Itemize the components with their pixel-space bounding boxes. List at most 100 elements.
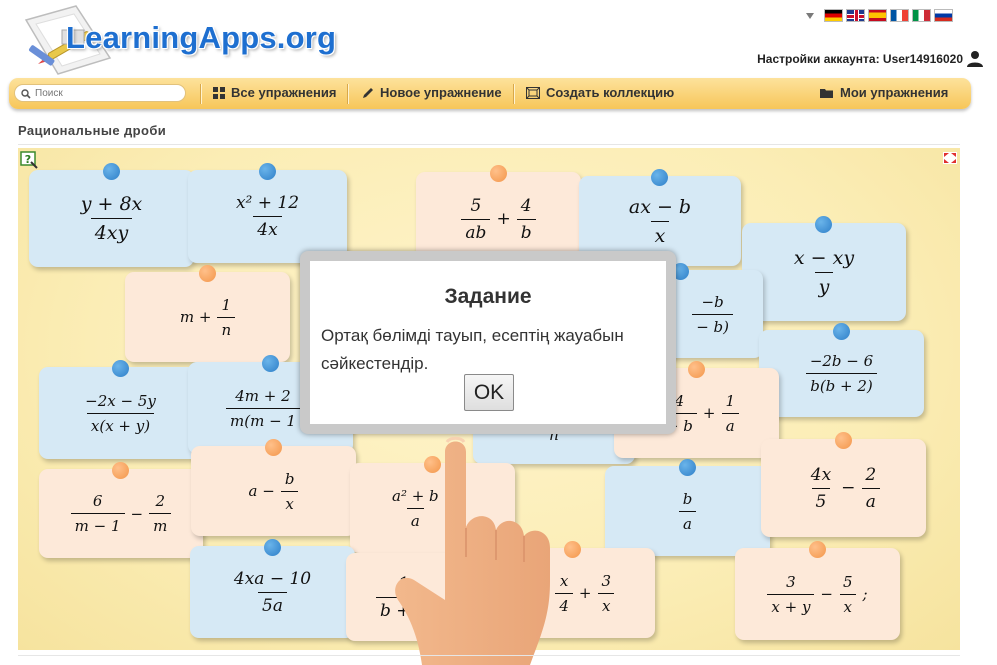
nav-new-exercise[interactable]: Новое упражнение bbox=[362, 85, 502, 100]
card-numerator: 1 bbox=[221, 295, 232, 314]
fraction-card[interactable]: 4x 5 − 2a bbox=[761, 432, 926, 537]
gb-flag-icon[interactable] bbox=[846, 9, 865, 22]
card-numerator: 5 bbox=[470, 195, 482, 216]
pin-icon bbox=[263, 539, 281, 556]
fraction-card[interactable]: 3 x + y − 5 x ; bbox=[735, 541, 900, 640]
pin-icon bbox=[489, 165, 507, 182]
card-denominator: a bbox=[721, 412, 739, 435]
fraction-card[interactable]: −2x − 5y x(x + y) bbox=[39, 360, 202, 459]
pin-icon bbox=[808, 541, 826, 558]
divider bbox=[18, 144, 960, 145]
card-operator: + bbox=[578, 584, 592, 602]
pin-icon bbox=[258, 163, 276, 180]
fr-flag-icon[interactable] bbox=[890, 9, 909, 22]
nav-create-collection[interactable]: Создать коллекцию bbox=[526, 85, 674, 100]
card-denominator: m(m − 1 bbox=[226, 407, 300, 430]
pin-icon bbox=[832, 323, 850, 340]
card-term: ; bbox=[862, 585, 868, 603]
de-flag-icon[interactable] bbox=[824, 9, 843, 22]
card-denominator: a bbox=[861, 487, 880, 512]
fraction-card[interactable]: 4xa − 10 5a bbox=[190, 539, 355, 638]
help-icon[interactable]: ? bbox=[20, 151, 38, 169]
ru-flag-icon[interactable] bbox=[934, 9, 953, 22]
card-numerator: −2b − 6 bbox=[809, 352, 874, 370]
main-nav: Все упражнения Новое упражнение Создать … bbox=[9, 78, 971, 109]
pin-icon bbox=[651, 169, 668, 186]
card-numerator: 6 bbox=[92, 492, 103, 510]
fraction-card[interactable]: m + 1 n bbox=[125, 265, 290, 362]
collection-icon bbox=[526, 86, 540, 99]
nav-all-exercises-label: Все упражнения bbox=[231, 85, 337, 100]
pin-icon bbox=[834, 432, 852, 449]
card-denominator: y bbox=[814, 271, 834, 298]
it-flag-icon[interactable] bbox=[912, 9, 931, 22]
card-numerator: 2 bbox=[155, 492, 165, 510]
fraction-card[interactable]: ba bbox=[605, 459, 770, 556]
fraction-card[interactable]: 6 m − 1 − 2 m bbox=[39, 462, 203, 558]
pin-icon bbox=[815, 216, 832, 233]
card-numerator: 4xa − 10 bbox=[233, 568, 312, 589]
nav-create-collection-label: Создать коллекцию bbox=[546, 85, 675, 100]
fraction-card[interactable]: x² + 12 4x bbox=[188, 163, 347, 263]
pointing-hand-icon bbox=[395, 436, 550, 665]
card-denominator: b(b + 2) bbox=[806, 373, 877, 395]
nav-all-exercises[interactable]: Все упражнения bbox=[213, 85, 336, 100]
card-denominator: b bbox=[516, 218, 536, 243]
card-denominator: 4xy bbox=[90, 218, 133, 244]
card-denominator: a bbox=[679, 510, 696, 533]
card-numerator: 2 bbox=[865, 464, 877, 485]
es-flag-icon[interactable] bbox=[868, 9, 887, 22]
pin-icon bbox=[102, 163, 120, 180]
card-denominator: x(x + y) bbox=[86, 412, 155, 435]
site-logo[interactable]: LearningApps.org bbox=[66, 20, 336, 56]
card-numerator: b bbox=[284, 469, 295, 488]
ok-button[interactable]: OK bbox=[464, 374, 514, 411]
card-numerator: ax − b bbox=[628, 195, 692, 218]
card-numerator: 4 bbox=[520, 195, 532, 216]
pin-icon bbox=[112, 462, 129, 479]
card-denominator: n bbox=[217, 316, 236, 339]
card-numerator: 1 bbox=[725, 391, 735, 410]
card-operator: − bbox=[841, 478, 856, 498]
fraction-card[interactable]: −2b − 6 b(b + 2) bbox=[759, 323, 924, 417]
language-dropdown-icon[interactable] bbox=[806, 12, 814, 19]
nav-divider bbox=[513, 84, 514, 104]
card-operator: − bbox=[130, 504, 144, 523]
nav-new-exercise-label: Новое упражнение bbox=[380, 85, 502, 100]
page-title: Рациональные дроби bbox=[18, 123, 167, 138]
card-denominator: 5 bbox=[811, 487, 831, 512]
card-denominator: m − 1 bbox=[70, 513, 125, 535]
card-numerator: x − xy bbox=[793, 246, 855, 269]
search-input[interactable] bbox=[35, 86, 180, 100]
card-numerator: 4m + 2 bbox=[235, 386, 291, 405]
fullscreen-icon[interactable] bbox=[943, 152, 957, 164]
card-operator: + bbox=[496, 209, 511, 229]
svg-text:?: ? bbox=[25, 153, 31, 166]
task-dialog-title: Задание bbox=[444, 285, 532, 308]
card-denominator: x bbox=[597, 592, 615, 615]
task-dialog: Задание Ортақ бөлімді тауып, есептің жау… bbox=[300, 251, 676, 434]
search-box bbox=[14, 84, 186, 102]
card-numerator: 3 bbox=[786, 572, 796, 591]
fraction-card[interactable]: x − xy y bbox=[742, 216, 906, 321]
search-icon bbox=[21, 89, 31, 99]
card-denominator: ab bbox=[461, 218, 491, 243]
pin-icon bbox=[111, 360, 129, 377]
grid-icon bbox=[213, 86, 225, 99]
nav-my-exercises-label: Мои упражнения bbox=[840, 85, 949, 100]
card-numerator: x² + 12 bbox=[235, 193, 300, 213]
card-numerator: 3 bbox=[601, 571, 611, 590]
account-settings-link[interactable]: Настройки аккаунта: User14916020 bbox=[757, 52, 963, 66]
fraction-card[interactable]: a − bx bbox=[191, 439, 356, 536]
user-icon[interactable] bbox=[966, 50, 984, 68]
card-denominator: x bbox=[650, 220, 670, 247]
nav-my-exercises[interactable]: Мои упражнения bbox=[820, 85, 948, 100]
card-denominator: x + y bbox=[767, 593, 815, 616]
fraction-card[interactable]: y + 8x 4xy bbox=[29, 163, 194, 267]
task-dialog-text: Ортақ бөлімді тауып, есептің жауабын сәй… bbox=[321, 326, 624, 373]
folder-icon bbox=[820, 88, 833, 98]
language-switcher bbox=[806, 9, 953, 22]
card-numerator: −b bbox=[701, 292, 724, 311]
card-numerator: y + 8x bbox=[80, 193, 143, 215]
card-term: m + bbox=[179, 308, 212, 326]
